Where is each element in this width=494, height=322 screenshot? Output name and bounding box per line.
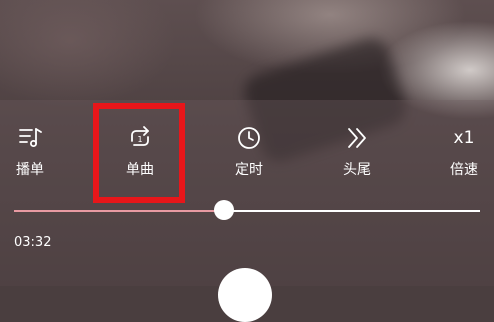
playback-speed-button[interactable]: x1 倍速 <box>434 124 494 184</box>
highlight-box <box>93 103 185 203</box>
skip-head-tail-button[interactable]: 头尾 <box>327 124 387 184</box>
player-controls-row: 播单 1 单曲 定时 头尾 x1 倍速 <box>0 124 494 184</box>
playlist-label: 播单 <box>16 162 44 178</box>
progress-bar[interactable] <box>14 210 480 212</box>
playlist-button[interactable]: 播单 <box>0 124 60 184</box>
progress-played <box>14 210 224 212</box>
skip-head-tail-label: 头尾 <box>343 162 371 178</box>
double-chevron-right-icon <box>348 128 366 148</box>
current-time: 03:32 <box>14 235 52 250</box>
timer-label: 定时 <box>235 162 263 178</box>
play-pause-button[interactable] <box>218 268 272 322</box>
clock-icon <box>238 127 260 149</box>
playlist-icon <box>19 128 42 147</box>
progress-thumb[interactable] <box>214 200 234 220</box>
speed-value: x1 <box>453 128 475 148</box>
timer-button[interactable]: 定时 <box>219 124 279 184</box>
playback-speed-label: 倍速 <box>450 162 478 178</box>
